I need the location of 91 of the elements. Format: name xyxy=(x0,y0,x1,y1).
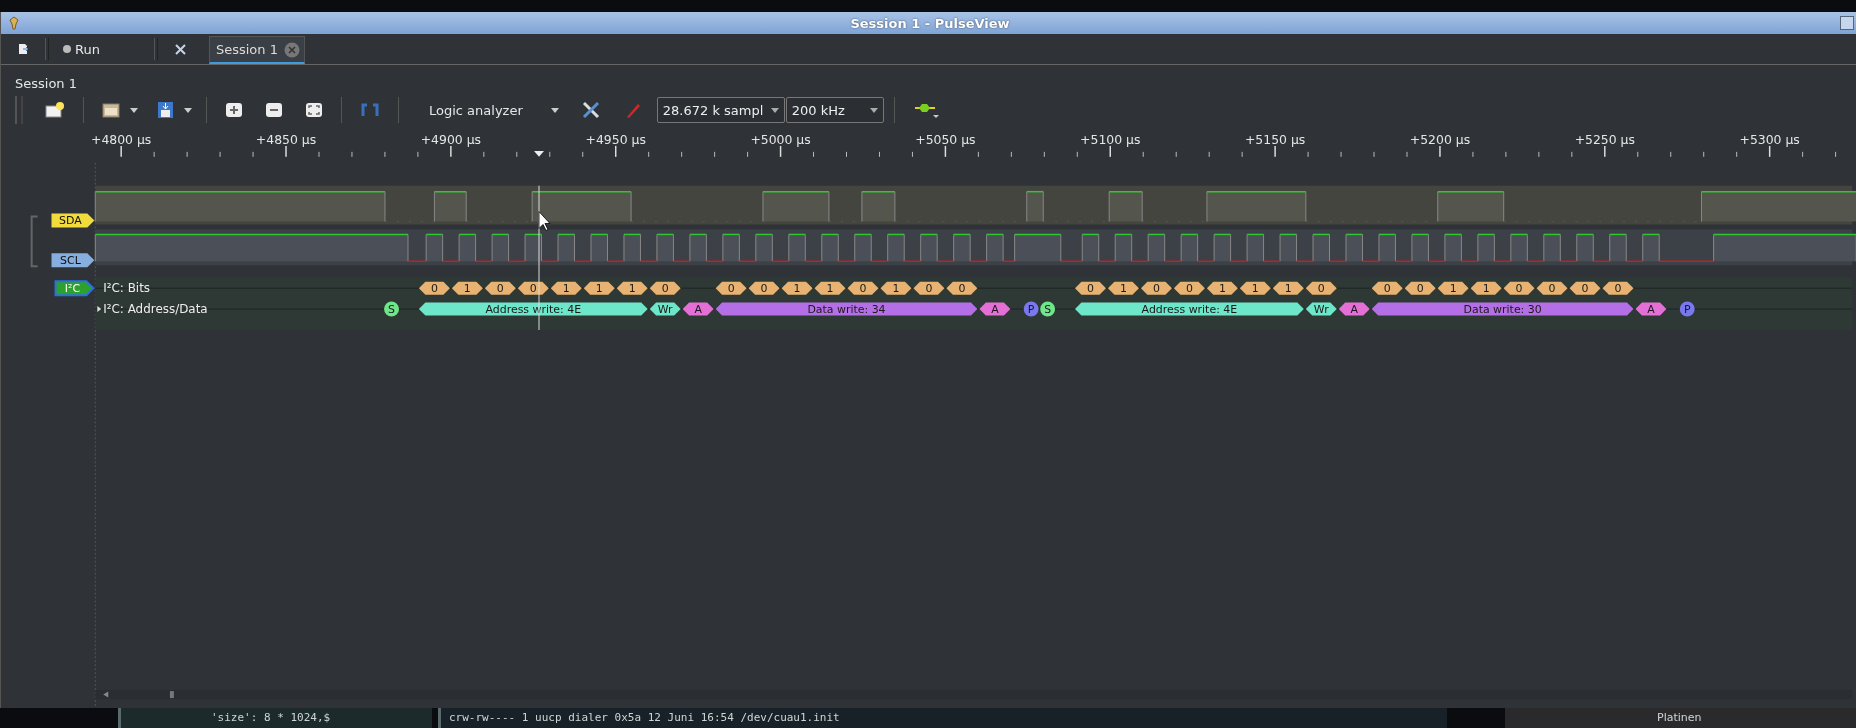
time-label: +4800 µs xyxy=(91,131,152,147)
bit-annotation: 0 xyxy=(1305,281,1337,296)
rw-annotation: Wr xyxy=(1305,302,1337,317)
device-selector[interactable]: Logic analyzer xyxy=(409,98,567,122)
new-window-icon xyxy=(45,101,65,119)
minimize-button[interactable] xyxy=(1840,16,1854,30)
bit-annotation: 0 xyxy=(1371,281,1403,296)
bit-annotation: 0 xyxy=(649,281,681,296)
zoom-out-icon xyxy=(265,102,283,118)
bit-annotation: 0 xyxy=(748,281,780,296)
time-label: +5300 µs xyxy=(1739,131,1800,147)
bit-annotation: 1 xyxy=(1437,281,1469,296)
bit-annotation: 1 xyxy=(1206,281,1238,296)
background-terminal-text: 'size': 8 * 1024,$ xyxy=(211,711,331,724)
background-terminal-text: crw-rw---- 1 uucp dialer 0x5a 12 Juni 16:54 /dev/cuau1.init xyxy=(449,711,840,724)
group-bracket xyxy=(30,215,39,268)
bit-annotation: 0 xyxy=(1503,281,1535,296)
bit-annotation: 1 xyxy=(1470,281,1502,296)
bit-annotation: 0 xyxy=(847,281,879,296)
time-label: +5250 µs xyxy=(1574,131,1635,147)
ack-annotation: A xyxy=(1338,302,1370,317)
bit-annotation: 0 xyxy=(1075,281,1106,296)
mouse-pointer-icon xyxy=(538,211,551,231)
zoom-fit-icon xyxy=(305,102,323,118)
expand-icon[interactable] xyxy=(97,306,102,313)
start-annotation: S xyxy=(384,301,399,317)
caret-icon xyxy=(869,107,878,113)
ack-annotation: A xyxy=(682,302,714,317)
bit-annotation: 1 xyxy=(781,281,813,296)
save-icon xyxy=(156,101,176,119)
caret-icon[interactable] xyxy=(130,107,138,113)
close-icon[interactable] xyxy=(283,41,300,58)
bit-annotation: 1 xyxy=(451,281,483,296)
bit-annotation: 0 xyxy=(1569,281,1601,296)
horizontal-scrollbar[interactable] xyxy=(95,690,1853,700)
caret-icon xyxy=(550,107,559,113)
decoder-row-label: I²C: Bits xyxy=(103,281,151,296)
trace-tag[interactable]: SCL xyxy=(51,253,95,268)
bit-annotation: 1 xyxy=(616,281,648,296)
time-label: +4950 µs xyxy=(585,131,646,147)
session-tab[interactable]: Session 1 xyxy=(208,36,305,64)
toolbar-handle[interactable] xyxy=(15,96,23,124)
bit-annotation: 0 xyxy=(1602,281,1634,296)
time-label: +5100 µs xyxy=(1080,131,1141,147)
new-document-icon xyxy=(17,43,29,55)
bit-annotation: 0 xyxy=(1140,281,1172,296)
bit-annotation: 1 xyxy=(583,281,615,296)
bit-annotation: 0 xyxy=(913,281,945,296)
time-label: +5000 µs xyxy=(750,131,811,147)
trace-tag[interactable]: SDA xyxy=(51,213,95,228)
sample-rate-combo[interactable]: 200 kHz xyxy=(785,97,884,123)
bit-annotation: 1 xyxy=(1107,281,1139,296)
stop-annotation: P xyxy=(1679,301,1695,317)
decoder-row-label: I²C: Address/Data xyxy=(103,302,208,317)
bit-annotation: 1 xyxy=(814,281,846,296)
time-label: +4850 µs xyxy=(255,131,317,147)
bit-annotation: 0 xyxy=(946,281,978,296)
bit-annotation: 1 xyxy=(550,281,582,296)
bit-annotation: 0 xyxy=(517,281,549,296)
bit-annotation: 0 xyxy=(1536,281,1568,296)
time-label: +5200 µs xyxy=(1409,131,1471,147)
time-label: +5150 µs xyxy=(1244,131,1306,147)
ack-annotation: A xyxy=(979,302,1011,317)
caret-icon xyxy=(770,107,779,113)
bit-annotation: 0 xyxy=(1173,281,1205,296)
zoom-in-icon xyxy=(225,102,243,118)
start-annotation: S xyxy=(1040,301,1056,317)
bit-annotation: 0 xyxy=(715,281,747,296)
app-icon xyxy=(8,16,20,30)
decoder-icon xyxy=(912,101,939,119)
caret-icon[interactable] xyxy=(184,107,192,113)
rw-annotation: Wr xyxy=(649,302,681,317)
bit-annotation: 0 xyxy=(418,281,450,296)
session-label: Session 1 xyxy=(15,76,77,91)
window-title: Session 1 - PulseView xyxy=(849,15,1011,31)
run-button[interactable]: Run xyxy=(57,37,146,61)
sample-count-combo[interactable]: 28.672 k sampl xyxy=(656,97,785,123)
bit-annotation: 1 xyxy=(880,281,912,296)
bit-annotation: 0 xyxy=(1404,281,1436,296)
bit-annotation: 0 xyxy=(484,281,516,296)
tools-icon xyxy=(580,100,601,120)
folder-icon xyxy=(102,101,122,119)
bit-annotation: 1 xyxy=(1272,281,1304,296)
time-label: +4900 µs xyxy=(420,131,482,147)
ack-annotation: A xyxy=(1635,302,1667,317)
stop-annotation: P xyxy=(1023,301,1039,317)
tools-icon xyxy=(173,42,187,56)
cursor-pair-icon xyxy=(360,102,380,118)
bit-annotation: 1 xyxy=(1239,281,1271,296)
time-label: +5050 µs xyxy=(915,131,976,147)
background-window-text: Platinen xyxy=(1657,711,1702,724)
